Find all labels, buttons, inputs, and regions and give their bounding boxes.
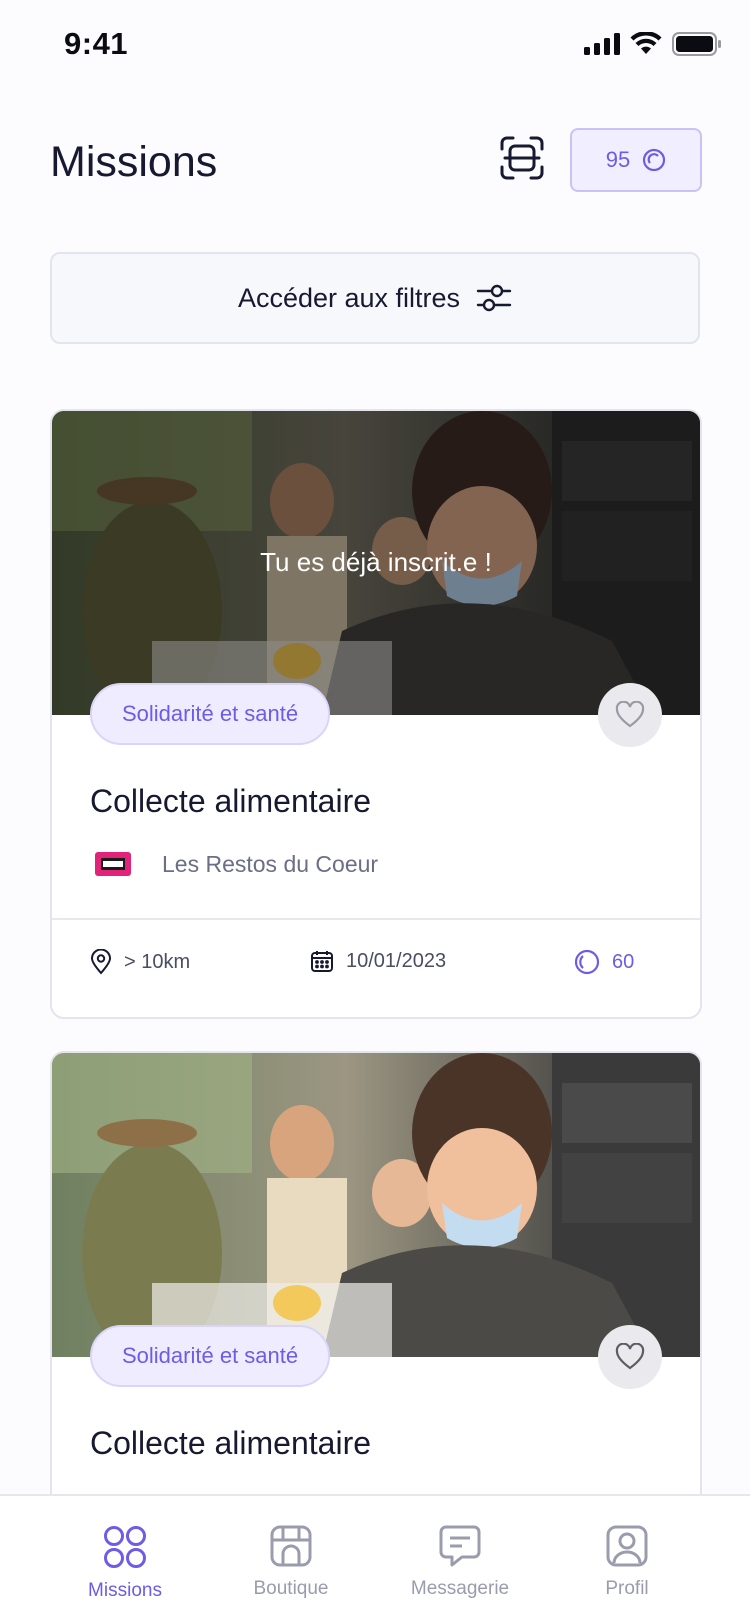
filter-sliders-icon <box>476 284 512 312</box>
organization-name: Les Restos du Coeur <box>162 850 379 877</box>
favorite-button[interactable] <box>598 683 662 747</box>
distance-value: > 10km <box>124 950 191 973</box>
tab-label: Profil <box>605 1578 649 1599</box>
scan-button[interactable] <box>494 130 550 186</box>
filters-label: Accéder aux filtres <box>237 282 461 313</box>
registered-overlay-text: Tu es déjà inscrit.e ! <box>260 547 492 577</box>
tab-messagerie[interactable]: Messagerie <box>385 1524 535 1600</box>
filters-button[interactable]: Accéder aux filtres <box>50 252 700 344</box>
page-title: Missions <box>50 138 218 186</box>
location-pin-icon <box>90 949 112 975</box>
mission-title: Collecte alimentaire <box>90 1425 372 1461</box>
organization-logo <box>90 841 136 887</box>
battery-icon <box>672 32 721 56</box>
points-value: 60 <box>612 950 635 973</box>
tab-label: Messagerie <box>410 1578 510 1599</box>
category-badge: Solidarité et santé <box>90 683 331 745</box>
calendar-icon <box>311 951 333 972</box>
bottom-tab-bar: Missions Boutique Messagerie Profil <box>0 1494 750 1624</box>
mission-points: 60 <box>574 949 634 975</box>
profile-icon <box>606 1525 648 1567</box>
mission-image: Tu es déjà inscrit.e ! <box>52 411 700 715</box>
points-balance-value: 95 <box>605 147 631 172</box>
cellular-signal-icon <box>584 33 620 55</box>
header: Missions 95 <box>0 120 750 200</box>
mission-image <box>52 1053 700 1357</box>
tab-label: Boutique <box>253 1578 329 1599</box>
tab-label: Missions <box>88 1580 162 1601</box>
status-bar: 9:41 <box>0 0 750 90</box>
favorite-button[interactable] <box>598 1325 662 1389</box>
mission-distance: > 10km <box>90 949 190 975</box>
missions-grid-icon <box>104 1526 146 1568</box>
mission-title: Collecte alimentaire <box>90 783 372 819</box>
date-value: 10/01/2023 <box>346 949 447 972</box>
organization-row: Les Restos du Coeur <box>90 841 378 887</box>
tab-boutique[interactable]: Boutique <box>216 1524 366 1600</box>
category-badge: Solidarité et santé <box>90 1325 331 1387</box>
status-time: 9:41 <box>64 26 129 61</box>
shop-icon <box>270 1525 312 1567</box>
coin-icon <box>643 148 666 172</box>
points-balance-button[interactable]: 95 <box>570 128 702 192</box>
scan-icon <box>500 136 544 180</box>
mission-card[interactable]: Tu es déjà inscrit.e ! Solidarité et san… <box>50 409 702 1019</box>
heart-icon <box>615 701 645 728</box>
tab-profil[interactable]: Profil <box>552 1524 702 1600</box>
heart-icon <box>615 1343 645 1370</box>
coin-icon <box>574 949 600 975</box>
card-divider <box>52 918 700 920</box>
mission-date: 10/01/2023 <box>310 949 446 973</box>
tab-missions[interactable]: Missions <box>50 1524 200 1602</box>
status-icons <box>584 32 722 56</box>
wifi-icon <box>630 32 662 54</box>
message-icon <box>439 1525 481 1567</box>
